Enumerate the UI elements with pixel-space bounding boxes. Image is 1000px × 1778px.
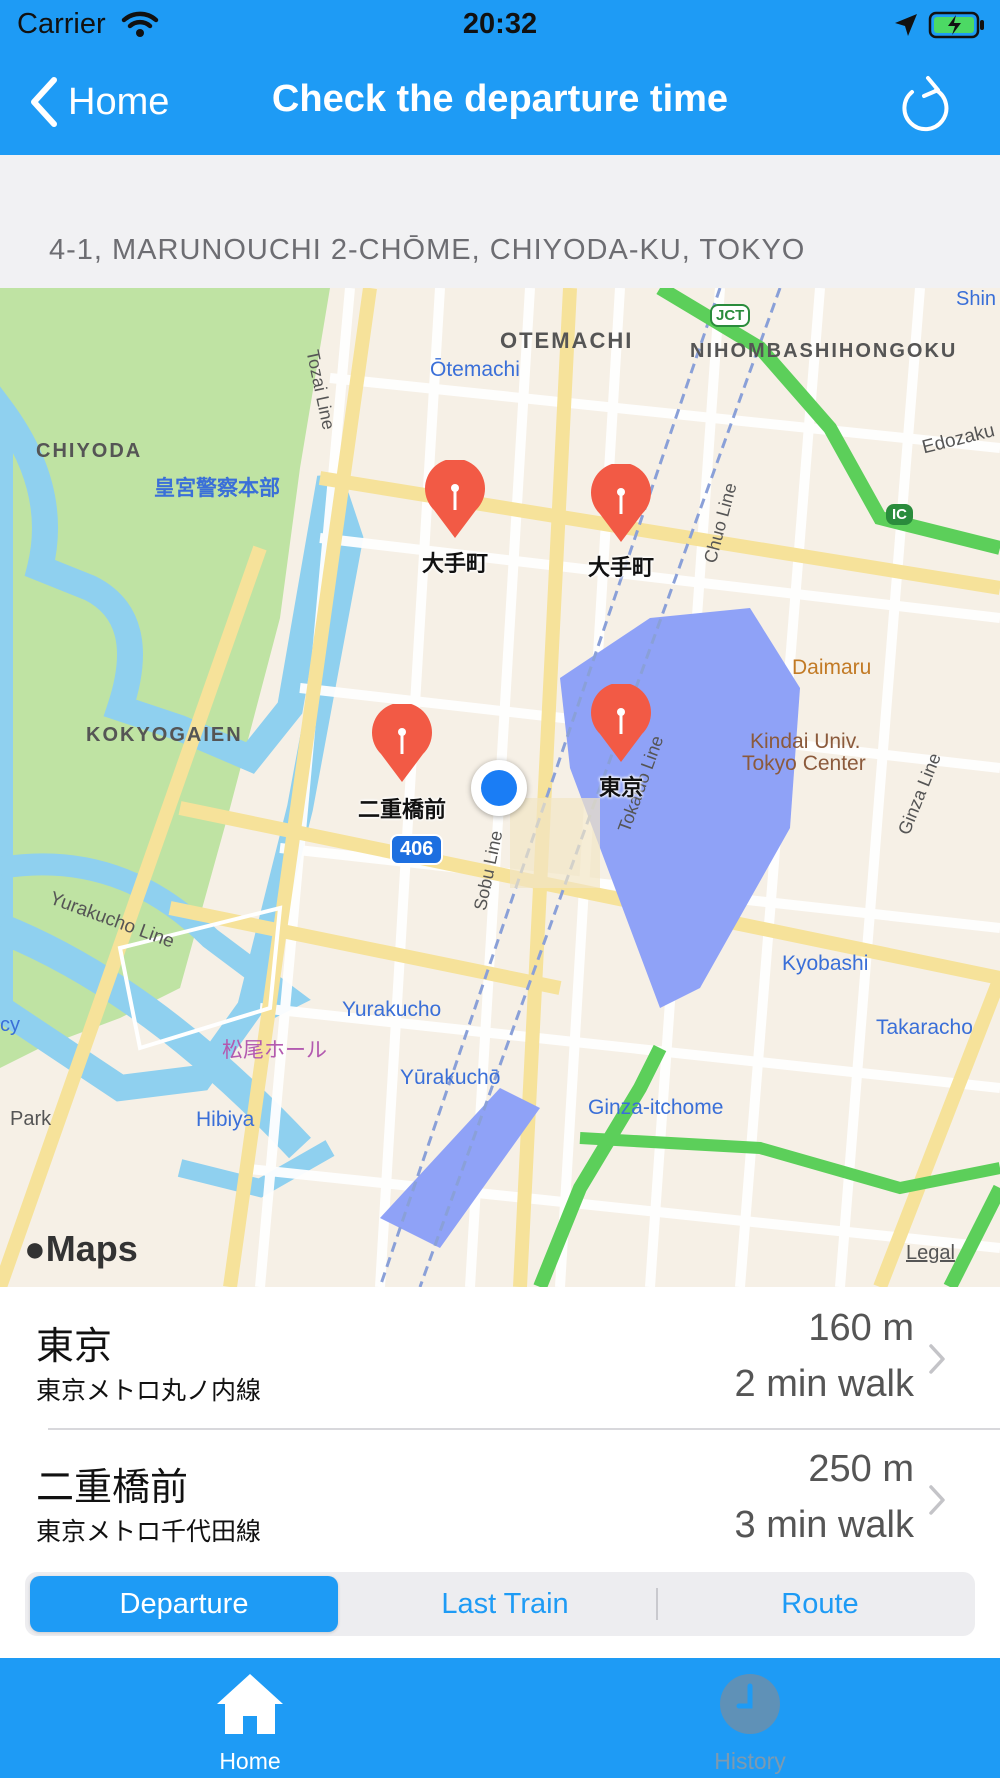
map-label-park: Park bbox=[10, 1108, 52, 1130]
segment-divider bbox=[656, 1588, 658, 1620]
station-distance: 250 m bbox=[808, 1448, 914, 1490]
status-time: 20:32 bbox=[462, 8, 538, 40]
map-label-ginza-itchome: Ginza-itchome bbox=[588, 1096, 724, 1119]
location-arrow-icon bbox=[895, 14, 917, 36]
map-label-kindai-1: Kindai Univ. bbox=[750, 730, 861, 753]
navigation-bar: Home Check the departure time bbox=[0, 50, 1000, 155]
segment-route[interactable]: Route bbox=[680, 1576, 960, 1632]
map-label-cy: cy bbox=[0, 1014, 20, 1036]
tab-history-label: History bbox=[714, 1748, 786, 1774]
mode-segmented-control: Departure Last Train Route bbox=[25, 1572, 975, 1636]
segment-departure[interactable]: Departure bbox=[30, 1576, 338, 1632]
station-pin-nijubashimae[interactable] bbox=[367, 704, 437, 784]
maps-logo-text: Maps bbox=[45, 1228, 138, 1269]
station-row-tokyo[interactable]: 東京 東京メトロ丸ノ内線 160 m 2 min walk bbox=[0, 1287, 1000, 1428]
address-header: 4-1, MARUNOUCHI 2-CHŌME, CHIYODA-KU, TOK… bbox=[0, 155, 1000, 288]
tab-home-label: Home bbox=[219, 1748, 281, 1774]
map-label-yurakucho: Yurakucho bbox=[342, 998, 442, 1021]
map-label-chiyoda: CHIYODA bbox=[36, 440, 143, 462]
pin-label-otemachi-2: 大手町 bbox=[587, 555, 655, 580]
address-text: 4-1, MARUNOUCHI 2-CHŌME, CHIYODA-KU, TOK… bbox=[49, 234, 806, 266]
map-jct-badge: JCT bbox=[710, 304, 751, 327]
legal-link[interactable]: Legal bbox=[906, 1242, 955, 1265]
tab-home[interactable]: Home bbox=[0, 1658, 500, 1778]
map-label-kokyogaien: KOKYOGAIEN bbox=[86, 724, 243, 746]
pin-label-tokyo: 東京 bbox=[598, 775, 644, 800]
home-icon bbox=[217, 1674, 283, 1734]
back-button-label: Home bbox=[68, 80, 170, 123]
status-bar: Carrier 20:32 bbox=[0, 0, 1000, 50]
current-location-dot bbox=[471, 760, 527, 816]
refresh-icon[interactable] bbox=[898, 72, 952, 132]
chevron-right-icon bbox=[929, 1344, 945, 1374]
back-button[interactable]: Home bbox=[28, 74, 169, 130]
map-label-kyobashi: Kyobashi bbox=[782, 952, 869, 975]
map-label-nihombashi: NIHOMBASHIHONGOKU bbox=[690, 340, 958, 362]
station-list: 東京 東京メトロ丸ノ内線 160 m 2 min walk 二重橋前 東京メトロ… bbox=[0, 1287, 1000, 1569]
map-label-takaracho: Takaracho bbox=[876, 1016, 973, 1039]
station-pin-otemachi-1[interactable] bbox=[420, 460, 490, 540]
tab-bar: Home History bbox=[0, 1658, 1000, 1778]
map-label-police-hq: 皇宮警察本部 bbox=[154, 477, 280, 500]
station-name: 二重橋前 bbox=[36, 1467, 189, 1509]
map-label-shin: Shin bbox=[956, 288, 997, 310]
station-line: 東京メトロ丸ノ内線 bbox=[36, 1377, 262, 1405]
segment-last-train[interactable]: Last Train bbox=[365, 1576, 645, 1632]
battery-icon bbox=[928, 11, 984, 39]
station-row-nijubashimae[interactable]: 二重橋前 東京メトロ千代田線 250 m 3 min walk bbox=[0, 1428, 1000, 1569]
map-label-hibiya: Hibiya bbox=[196, 1108, 255, 1131]
chevron-left-icon bbox=[31, 77, 57, 127]
map-label-otemachi-station: Ōtemachi bbox=[430, 358, 520, 381]
map-view[interactable]: OTEMACHI Ōtemachi NIHOMBASHIHONGOKU Shin… bbox=[0, 288, 1000, 1287]
map-ic-badge: IC bbox=[886, 504, 913, 525]
map-label-daimaru: Daimaru bbox=[792, 656, 872, 679]
pin-label-otemachi-1: 大手町 bbox=[421, 551, 489, 576]
station-walk-time: 3 min walk bbox=[734, 1504, 915, 1546]
station-name: 東京 bbox=[36, 1326, 113, 1368]
station-pin-tokyo[interactable] bbox=[586, 684, 656, 764]
map-label-yurakucho-station: Yūrakuchō bbox=[400, 1066, 501, 1089]
station-distance: 160 m bbox=[808, 1307, 914, 1349]
station-walk-time: 2 min walk bbox=[734, 1363, 915, 1405]
map-route-406-shield: 406 bbox=[390, 834, 444, 865]
station-pin-otemachi-2[interactable] bbox=[586, 464, 656, 544]
apple-logo-icon: ● bbox=[24, 1228, 46, 1269]
chevron-right-icon bbox=[929, 1485, 945, 1515]
map-label-matsuo-hall: 松尾ホール bbox=[222, 1039, 327, 1062]
clock-icon bbox=[720, 1674, 780, 1734]
pin-label-nijubashimae: 二重橋前 bbox=[357, 797, 447, 822]
top-bar: Carrier 20:32 Home Check the departure t… bbox=[0, 0, 1000, 155]
tab-history[interactable]: History bbox=[500, 1658, 1000, 1778]
apple-maps-logo: ●Maps bbox=[24, 1228, 138, 1270]
map-label-kindai-2: Tokyo Center bbox=[742, 752, 866, 775]
map-label-otemachi: OTEMACHI bbox=[500, 328, 634, 353]
station-line: 東京メトロ千代田線 bbox=[36, 1518, 262, 1546]
